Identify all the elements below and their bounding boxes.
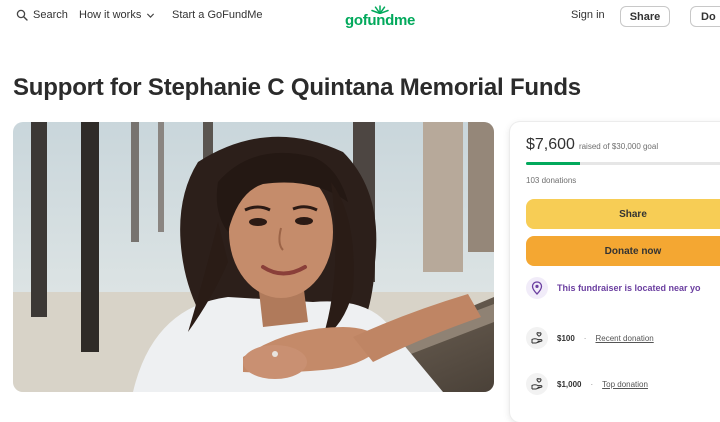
- search-label: Search: [33, 9, 68, 21]
- search-link[interactable]: Search: [16, 9, 68, 21]
- donation-card: $7,600 raised of $30,000 goal 103 donati…: [510, 122, 720, 422]
- top-donation-link[interactable]: Top donation: [602, 380, 648, 389]
- campaign-photo[interactable]: [13, 122, 494, 392]
- sign-in-link[interactable]: Sign in: [571, 9, 605, 21]
- page-title: Support for Stephanie C Quintana Memoria…: [13, 74, 581, 101]
- donation-amount: $1,000: [557, 379, 582, 389]
- location-text: This fundraiser is located near yo: [557, 283, 701, 293]
- donation-count: 103 donations: [526, 176, 577, 185]
- goal-text: raised of $30,000 goal: [578, 142, 659, 151]
- logo-text: gofundme: [345, 12, 416, 29]
- donate-now-button[interactable]: Donate now: [526, 236, 720, 266]
- header-share-button[interactable]: Share: [620, 6, 670, 27]
- chevron-down-icon: [147, 12, 155, 18]
- campaign-photo-illustration: [13, 122, 494, 392]
- amount-raised-row: $7,600 raised of $30,000 goal: [526, 136, 658, 154]
- progress-fill: [526, 162, 581, 165]
- how-it-works-label: How it works: [79, 9, 142, 21]
- start-gofundme-link[interactable]: Start a GoFundMe: [172, 9, 263, 21]
- amount-raised: $7,600: [526, 136, 575, 153]
- donation-row: $1,000 · Top donation: [526, 373, 648, 395]
- share-button[interactable]: Share: [526, 199, 720, 229]
- how-it-works-menu[interactable]: How it works: [79, 9, 155, 21]
- progress-bar: [526, 162, 720, 165]
- gofundme-logo[interactable]: gofundme: [342, 5, 420, 30]
- donation-amount: $100: [557, 333, 575, 343]
- recent-donation-link[interactable]: Recent donation: [595, 334, 653, 343]
- header-donate-button[interactable]: Do: [690, 6, 720, 27]
- donation-hand-icon: [526, 373, 548, 395]
- top-nav: Search How it works Start a GoFundMe gof…: [0, 0, 720, 34]
- search-icon: [16, 9, 28, 21]
- separator-dot: ·: [583, 333, 587, 343]
- location-notice: This fundraiser is located near yo: [526, 277, 701, 299]
- donation-row: $100 · Recent donation: [526, 327, 654, 349]
- separator-dot: ·: [590, 379, 594, 389]
- donation-hand-icon: [526, 327, 548, 349]
- location-icon: [526, 277, 548, 299]
